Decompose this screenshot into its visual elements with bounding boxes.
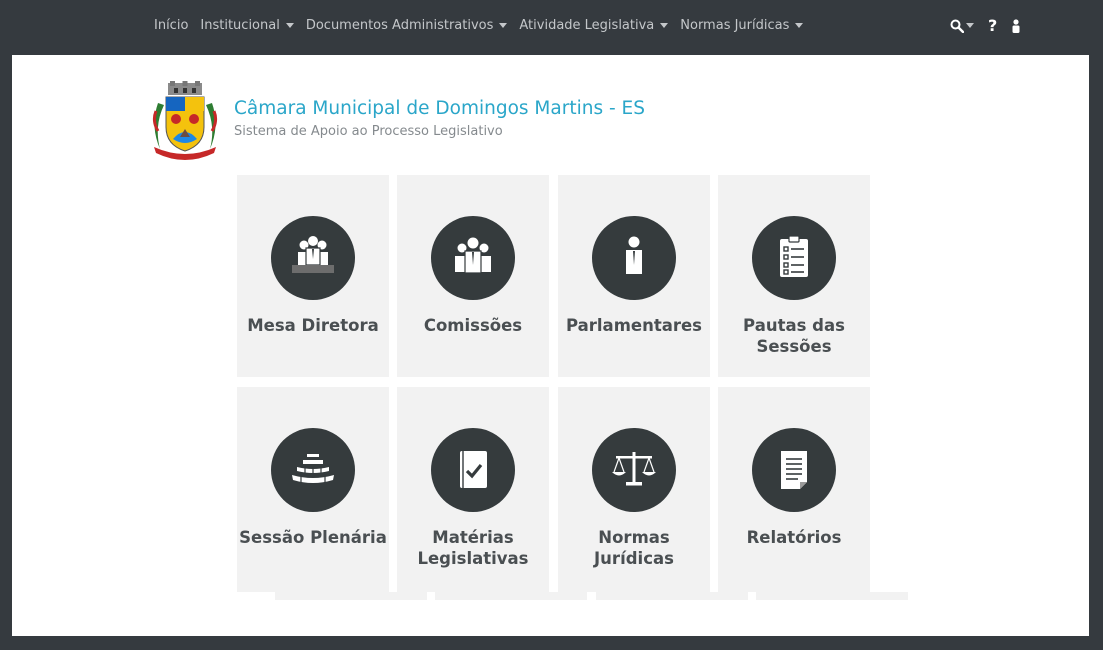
tile-strip	[435, 592, 587, 600]
page-title: Câmara Municipal de Domingos Martins - E…	[234, 98, 645, 119]
top-navbar: Início Institucional Documentos Administ…	[0, 0, 1103, 55]
user-icon	[1012, 18, 1020, 33]
caret-down-icon	[499, 23, 508, 28]
nav-item-label: Documentos Administrativos	[305, 18, 494, 33]
nav-right-tools: ?	[950, 16, 1021, 35]
nav-item-label: Normas Jurídicas	[680, 18, 790, 33]
tile-label: Sessão Plenária	[239, 528, 387, 547]
tile-label: Comissões	[423, 316, 523, 335]
tile-strip	[275, 592, 427, 600]
tile-normas-juridicas[interactable]: Normas Jurídicas	[558, 387, 710, 592]
plenary-icon	[271, 428, 355, 512]
nav-menu: Início Institucional Documentos Administ…	[148, 18, 809, 33]
tile-comissoes[interactable]: Comissões	[397, 175, 549, 377]
committee-icon	[431, 216, 515, 300]
nav-item-label: Atividade Legislativa	[519, 18, 655, 33]
caret-down-icon	[660, 23, 669, 28]
nav-item-inicio[interactable]: Início	[148, 18, 194, 33]
caret-down-icon	[966, 23, 974, 28]
tile-sessao-plenaria[interactable]: Sessão Plenária	[237, 387, 389, 592]
report-icon	[752, 428, 836, 512]
tile-label: Parlamentares	[565, 316, 702, 335]
coat-of-arms-logo	[152, 81, 218, 160]
caret-down-icon	[285, 23, 294, 28]
tile-strip	[596, 592, 748, 600]
nav-item-normas-juridicas[interactable]: Normas Jurídicas	[674, 18, 809, 33]
board-icon	[271, 216, 355, 300]
clipboard-checklist-icon	[752, 216, 836, 300]
tile-relatorios[interactable]: Relatórios	[718, 387, 870, 592]
tile-label: Normas Jurídicas	[594, 528, 674, 568]
nav-item-label: Institucional	[200, 18, 280, 33]
tile-label: Pautas das Sessões	[743, 316, 845, 356]
tile-label: Mesa Diretora	[247, 316, 379, 335]
page-subtitle: Sistema de Apoio ao Processo Legislativo	[234, 124, 503, 139]
search-dropdown-button[interactable]	[950, 19, 974, 33]
tile-label: Matérias Legislativas	[417, 528, 529, 568]
nav-item-label: Início	[154, 18, 189, 33]
parliamentarian-icon	[592, 216, 676, 300]
caret-down-icon	[795, 23, 804, 28]
nav-item-atividade-legislativa[interactable]: Atividade Legislativa	[513, 18, 674, 33]
nav-item-documentos-administrativos[interactable]: Documentos Administrativos	[300, 18, 514, 33]
tile-mesa-diretora[interactable]: Mesa Diretora	[237, 175, 389, 377]
tile-parlamentares[interactable]: Parlamentares	[558, 175, 710, 377]
tile-label: Relatórios	[746, 528, 842, 547]
legislative-matter-icon	[431, 428, 515, 512]
main-content: Câmara Municipal de Domingos Martins - E…	[12, 55, 1089, 636]
tile-pautas-das-sessoes[interactable]: Pautas das Sessões	[718, 175, 870, 377]
tile-materias-legislativas[interactable]: Matérias Legislativas	[397, 387, 549, 592]
help-button[interactable]: ?	[988, 16, 997, 35]
user-button[interactable]	[1011, 18, 1021, 33]
tile-strip	[756, 592, 908, 600]
nav-item-institucional[interactable]: Institucional	[194, 18, 299, 33]
search-icon	[950, 19, 964, 33]
scales-icon	[592, 428, 676, 512]
